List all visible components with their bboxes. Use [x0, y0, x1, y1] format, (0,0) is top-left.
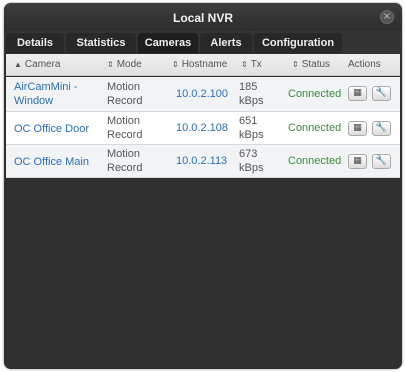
tx-value: 673: [239, 148, 258, 160]
window-title: Local NVR: [172, 11, 233, 25]
close-icon[interactable]: ×: [380, 10, 394, 24]
sort-icon: ⇕: [292, 60, 299, 69]
title-bar: Local NVR ×: [4, 3, 402, 31]
cameras-table: ▲ Camera ⇕ Mode ⇕ Hostname ⇕ Tx ⇕ Status Acti…: [4, 53, 402, 369]
status-text: Connected: [288, 155, 342, 167]
configure-camera-button[interactable]: 🔧: [372, 121, 391, 136]
mode-cell: Motion Record: [107, 80, 142, 108]
tab-details[interactable]: Details: [6, 33, 64, 53]
table-row[interactable]: OC Office Main Motion Record 10.0.2.113 …: [6, 145, 400, 178]
hostname-link[interactable]: 10.0.2.113: [176, 154, 227, 168]
wrench-icon: 🔧: [375, 156, 388, 166]
column-header-hostname[interactable]: ⇕ Hostname: [172, 59, 227, 70]
tx-unit: kBps: [239, 162, 264, 174]
column-label: Status: [301, 59, 331, 70]
mode-line: Motion: [107, 115, 141, 127]
wrench-icon: 🔧: [375, 88, 388, 98]
view-camera-button[interactable]: ▦: [348, 86, 367, 101]
camera-name-link[interactable]: OC Office Door: [14, 122, 89, 136]
tx-value: 185: [239, 81, 258, 93]
tx-cell: 673 kBps: [239, 147, 263, 175]
mode-line: Motion: [107, 81, 141, 93]
mode-cell: Motion Record: [107, 147, 142, 175]
camera-name-line: AirCamMini -: [14, 81, 78, 93]
sort-icon: ⇕: [241, 60, 248, 69]
tx-cell: 651 kBps: [239, 114, 263, 142]
tab-statistics[interactable]: Statistics: [66, 33, 136, 53]
status-text: Connected: [288, 88, 342, 100]
table-row[interactable]: OC Office Door Motion Record 10.0.2.108 …: [6, 112, 400, 145]
status-text: Connected: [288, 122, 342, 134]
table-row[interactable]: AirCamMini - Window Motion Record 10.0.2…: [6, 77, 400, 112]
tab-alerts[interactable]: Alerts: [200, 33, 252, 53]
view-camera-button[interactable]: ▦: [348, 154, 367, 169]
tx-value: 651: [239, 115, 258, 127]
view-camera-button[interactable]: ▦: [348, 121, 367, 136]
tx-unit: kBps: [239, 95, 264, 107]
column-header-tx[interactable]: ⇕ Tx: [241, 59, 262, 70]
sort-icon: ⇕: [172, 60, 179, 69]
tab-configuration[interactable]: Configuration: [254, 33, 342, 53]
grid-icon: ▦: [353, 88, 362, 98]
hostname-link[interactable]: 10.0.2.100: [176, 87, 228, 101]
column-header-camera[interactable]: ▲ Camera: [14, 59, 61, 70]
wrench-icon: 🔧: [375, 123, 388, 133]
table-header: ▲ Camera ⇕ Mode ⇕ Hostname ⇕ Tx ⇕ Status Acti…: [6, 54, 400, 76]
configure-camera-button[interactable]: 🔧: [372, 154, 391, 169]
column-label: Camera: [24, 59, 61, 70]
camera-name-link[interactable]: OC Office Main: [14, 155, 89, 169]
grid-icon: ▦: [353, 123, 362, 133]
camera-name-link[interactable]: AirCamMini - Window: [14, 80, 78, 108]
column-label: Actions: [348, 59, 381, 70]
grid-icon: ▦: [353, 156, 362, 166]
hostname-link[interactable]: 10.0.2.108: [176, 121, 228, 135]
column-label: Hostname: [181, 59, 228, 70]
mode-line: Record: [107, 162, 143, 174]
camera-name-line: Window: [14, 95, 54, 107]
tab-bar: Details Statistics Cameras Alerts Config…: [4, 31, 402, 53]
configure-camera-button[interactable]: 🔧: [372, 86, 391, 101]
sort-ascending-icon: ▲: [14, 60, 22, 69]
column-label: Mode: [116, 59, 142, 70]
tx-unit: kBps: [239, 129, 264, 141]
nvr-window: Local NVR × Details Statistics Cameras A…: [4, 3, 402, 369]
mode-line: Motion: [107, 148, 141, 160]
column-label: Tx: [250, 59, 262, 70]
column-header-status[interactable]: ⇕ Status: [292, 59, 330, 70]
mode-line: Record: [107, 129, 143, 141]
tx-cell: 185 kBps: [239, 80, 263, 108]
mode-line: Record: [107, 95, 143, 107]
column-header-mode[interactable]: ⇕ Mode: [107, 59, 142, 70]
mode-cell: Motion Record: [107, 114, 142, 142]
column-header-actions: Actions: [348, 59, 381, 70]
tab-cameras[interactable]: Cameras: [138, 33, 198, 53]
sort-icon: ⇕: [107, 60, 114, 69]
